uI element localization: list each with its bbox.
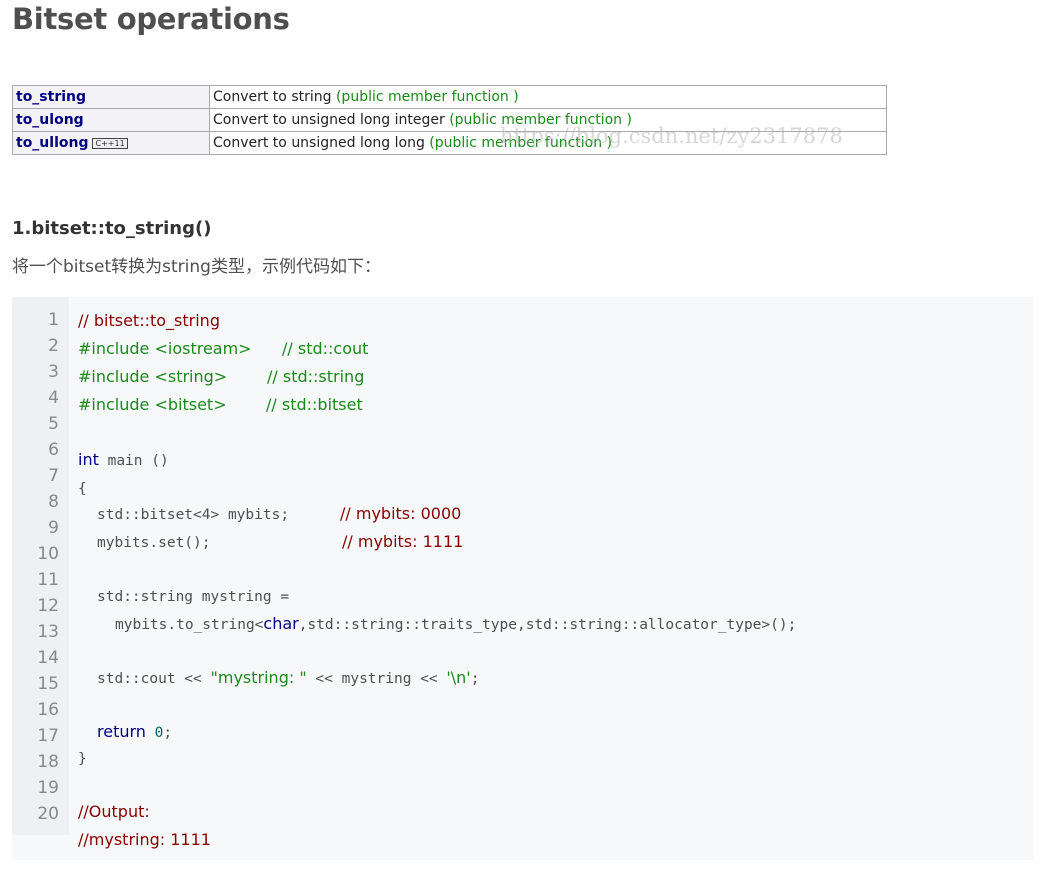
function-description: Convert to string (public member functio… [209,85,887,109]
line-number: 13 [37,622,59,642]
function-description: Convert to unsigned long long (public me… [209,131,887,155]
code-line: int main () [78,446,169,475]
code-text: std::string [97,589,194,605]
line-number: 11 [37,570,59,590]
function-description: Convert to unsigned long integer (public… [209,108,887,132]
code-number: 0 [145,725,164,741]
line-number: 17 [37,726,59,746]
code-string: '\n' [446,668,471,687]
code-text: ; [470,671,480,687]
line-number: 9 [48,518,59,538]
code-text: } [78,751,87,767]
code-keyword: return [97,722,146,741]
code-line: // bitset::to_string [78,307,220,335]
table-row: to_ullong C++11 Convert to unsigned long … [12,131,887,155]
code-keyword: char [263,614,299,633]
code-string: "mystring: " [210,668,307,687]
function-link-to-ulong[interactable]: to_ulong [12,108,210,132]
code-block: 1 2 3 4 5 6 7 8 9 10 11 12 13 14 15 16 1… [12,297,1033,860]
code-text: mybits; [219,507,290,523]
page-title: Bitset operations [12,2,290,36]
description-text: Convert to unsigned long long [213,135,425,151]
function-name[interactable]: to_ulong [16,112,84,128]
line-number: 15 [37,674,59,694]
code-comment: // std::cout [282,339,369,358]
code-comment: //mystring: 1111 [78,830,211,849]
description-text: Convert to string [213,89,332,105]
line-number: 6 [48,440,59,460]
code-text: mystring = [193,589,290,605]
line-number: 16 [37,700,59,720]
code-text: ,std::string::traits_type,std::string::a… [298,617,797,633]
line-number: 2 [48,336,59,356]
line-number: 19 [37,778,59,798]
code-comment: //Output: [78,802,150,821]
code-text: std::cout << [97,671,211,687]
code-line: //Output: [78,798,150,826]
code-text: mybits.to_string< [115,617,264,633]
section-heading: 1.bitset::to_string() [12,218,212,239]
line-number: 4 [48,388,59,408]
code-text: main () [98,453,169,469]
line-number-gutter: 1 2 3 4 5 6 7 8 9 10 11 12 13 14 15 16 1… [12,297,69,835]
line-number: 5 [48,414,59,434]
function-name[interactable]: to_string [16,89,86,105]
code-include: #include <iostream> [78,339,252,358]
code-keyword: int [78,450,99,469]
code-comment: // std::bitset [266,395,363,414]
line-number: 7 [48,466,59,486]
code-line: mybits.to_string<char,std::string::trait… [115,610,796,639]
code-text: << mystring << [306,671,447,687]
function-kind: (public member function ) [335,89,519,105]
code-text: mybits.set(); [97,535,211,551]
line-number: 1 [48,310,59,330]
intro-paragraph: 将一个bitset转换为string类型，示例代码如下： [12,257,381,277]
code-line: std::string mystring = [97,582,289,611]
code-line: std::bitset<4> mybits; // mybits: 0000 [97,500,461,529]
code-text: ; [163,725,173,741]
line-number: 18 [37,752,59,772]
code-line: #include <string> // std::string [78,363,364,391]
function-name[interactable]: to_ullong [16,135,88,151]
function-link-to-ullong[interactable]: to_ullong C++11 [12,131,210,155]
line-number: 14 [37,648,59,668]
line-number: 12 [37,596,59,616]
code-comment: // std::string [267,367,365,386]
code-line: std::cout << "mystring: " << mystring <<… [97,664,479,693]
code-text: { [78,481,87,497]
code-line: #include <iostream> // std::cout [78,335,368,363]
member-function-table: to_string Convert to string (public memb… [12,85,887,155]
code-line: { [78,474,87,503]
function-kind: (public member function ) [449,112,632,128]
code-comment: // mybits: 1111 [342,532,464,551]
line-number: 10 [37,544,59,564]
function-kind: (public member function ) [429,135,613,151]
code-include: #include <bitset> [78,395,227,414]
function-link-to-string[interactable]: to_string [12,85,210,109]
code-comment: // mybits: 0000 [340,504,462,523]
table-row: to_ulong Convert to unsigned long intege… [12,108,887,132]
code-comment: // bitset::to_string [78,311,220,330]
description-text: Convert to unsigned long integer [213,112,445,128]
code-text: std::bitset<4> [97,507,220,523]
table-row: to_string Convert to string (public memb… [12,85,887,109]
code-line: mybits.set(); // mybits: 1111 [97,528,463,557]
code-line: return 0; [97,718,172,747]
code-line: #include <bitset> // std::bitset [78,391,363,419]
code-line: //mystring: 1111 [78,826,211,854]
line-number: 8 [48,492,59,512]
line-number: 20 [37,804,59,824]
line-number: 3 [48,362,59,382]
cpp11-badge: C++11 [92,137,128,149]
code-include: #include <string> [78,367,228,386]
code-line: } [78,744,87,773]
